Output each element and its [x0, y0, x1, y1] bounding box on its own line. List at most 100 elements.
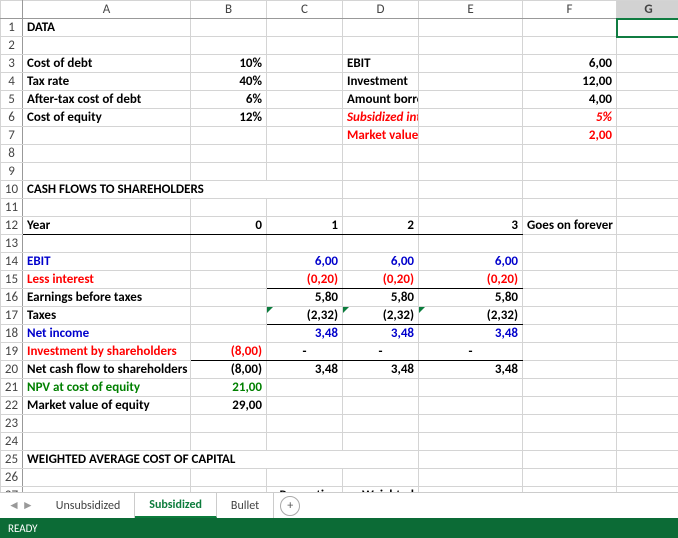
cell-C19[interactable]: -: [267, 343, 343, 361]
cell-E5[interactable]: [419, 91, 523, 109]
col-header-D[interactable]: D: [343, 1, 419, 19]
cell-E7[interactable]: [419, 127, 523, 145]
cell-B1[interactable]: [191, 19, 267, 37]
sheet-tab-unsubsidized[interactable]: Unsubsidized: [42, 493, 136, 518]
cell-D4[interactable]: Investment: [343, 73, 419, 91]
cell-A12[interactable]: Year: [23, 217, 191, 235]
cell-C17[interactable]: (2,32): [267, 307, 343, 325]
col-header-C[interactable]: C: [267, 1, 343, 19]
cell-B12[interactable]: 0: [191, 217, 267, 235]
row-header-10[interactable]: 10: [1, 181, 23, 199]
row-header-2[interactable]: 2: [1, 37, 23, 55]
cell-A15[interactable]: Less interest: [23, 271, 191, 289]
row-header-15[interactable]: 15: [1, 271, 23, 289]
cell-A2[interactable]: [23, 37, 191, 55]
cell-D1[interactable]: [343, 19, 419, 37]
cell-C12[interactable]: 1: [267, 217, 343, 235]
cell-D12[interactable]: 2: [343, 217, 419, 235]
cell-A10[interactable]: CASH FLOWS TO SHAREHOLDERS: [23, 181, 343, 199]
row-header-1[interactable]: 1: [1, 19, 23, 37]
cell-D7[interactable]: Market value of debt: [343, 127, 419, 145]
cell-B19[interactable]: (8,00): [191, 343, 267, 361]
row-header-6[interactable]: 6: [1, 109, 23, 127]
cell-C6[interactable]: [267, 109, 343, 127]
cell-G5[interactable]: [617, 91, 678, 109]
cell-B20[interactable]: (8,00): [191, 361, 267, 379]
cell-B4[interactable]: 40%: [191, 73, 267, 91]
cell-A14[interactable]: EBIT: [23, 253, 191, 271]
col-header-B[interactable]: B: [191, 1, 267, 19]
sheet-tab-bullet[interactable]: Bullet: [217, 493, 274, 518]
row-header-4[interactable]: 4: [1, 73, 23, 91]
cell-D15[interactable]: (0,20): [343, 271, 419, 289]
cell-C14[interactable]: 6,00: [267, 253, 343, 271]
row-header-11[interactable]: 11: [1, 199, 23, 217]
cell-G6[interactable]: [617, 109, 678, 127]
row-header-13[interactable]: 13: [1, 235, 23, 253]
cell-D19[interactable]: -: [343, 343, 419, 361]
cell-F7[interactable]: 2,00: [523, 127, 617, 145]
cell-G2[interactable]: [617, 37, 678, 55]
sheet-tab-subsidized[interactable]: Subsidized: [135, 493, 217, 518]
cell-A6[interactable]: Cost of equity: [23, 109, 191, 127]
cell-A17[interactable]: Taxes: [23, 307, 191, 325]
col-header-A[interactable]: A: [23, 1, 191, 19]
cell-A3[interactable]: Cost of debt: [23, 55, 191, 73]
cell-B22[interactable]: 29,00: [191, 397, 267, 415]
cell-C20[interactable]: 3,48: [267, 361, 343, 379]
cell-E6[interactable]: [419, 109, 523, 127]
row-header-3[interactable]: 3: [1, 55, 23, 73]
cell-A22[interactable]: Market value of equity: [23, 397, 191, 415]
cell-C15[interactable]: (0,20): [267, 271, 343, 289]
cell-F4[interactable]: 12,00: [523, 73, 617, 91]
row-header-19[interactable]: 19: [1, 343, 23, 361]
select-all-corner[interactable]: [1, 1, 23, 19]
cell-D20[interactable]: 3,48: [343, 361, 419, 379]
tab-nav-next-icon[interactable]: ►: [22, 498, 34, 513]
row-header-7[interactable]: 7: [1, 127, 23, 145]
col-header-F[interactable]: F: [523, 1, 617, 19]
cell-G4[interactable]: [617, 73, 678, 91]
cell-A19[interactable]: Investment by shareholders: [23, 343, 191, 361]
cell-A20[interactable]: Net cash flow to shareholders: [23, 361, 191, 379]
cell-C2[interactable]: [267, 37, 343, 55]
cell-F1[interactable]: [523, 19, 617, 37]
cell-F3[interactable]: 6,00: [523, 55, 617, 73]
row-header-14[interactable]: 14: [1, 253, 23, 271]
cell-E20[interactable]: 3,48: [419, 361, 523, 379]
cell-A4[interactable]: Tax rate: [23, 73, 191, 91]
cell-E14[interactable]: 6,00: [419, 253, 523, 271]
cell-F2[interactable]: [523, 37, 617, 55]
row-header-12[interactable]: 12: [1, 217, 23, 235]
cell-D16[interactable]: 5,80: [343, 289, 419, 307]
cell-D6[interactable]: Subsidized interest rate: [343, 109, 419, 127]
cell-E4[interactable]: [419, 73, 523, 91]
row-header-17[interactable]: 17: [1, 307, 23, 325]
cell-C3[interactable]: [267, 55, 343, 73]
cell-E18[interactable]: 3,48: [419, 325, 523, 343]
cell-A5[interactable]: After-tax cost of debt: [23, 91, 191, 109]
col-header-E[interactable]: E: [419, 1, 523, 19]
row-header-20[interactable]: 20: [1, 361, 23, 379]
cell-C5[interactable]: [267, 91, 343, 109]
cell-C18[interactable]: 3,48: [267, 325, 343, 343]
cell-G3[interactable]: [617, 55, 678, 73]
cell-E15[interactable]: (0,20): [419, 271, 523, 289]
cell-A21[interactable]: NPV at cost of equity: [23, 379, 191, 397]
cell-C7[interactable]: [267, 127, 343, 145]
row-header-23[interactable]: 23: [1, 415, 23, 433]
cell-C1[interactable]: [267, 19, 343, 37]
row-header-26[interactable]: 26: [1, 469, 23, 487]
cell-E17[interactable]: (2,32): [419, 307, 523, 325]
cell-D14[interactable]: 6,00: [343, 253, 419, 271]
row-header-8[interactable]: 8: [1, 145, 23, 163]
cell-C4[interactable]: [267, 73, 343, 91]
row-header-22[interactable]: 22: [1, 397, 23, 415]
cell-C16[interactable]: 5,80: [267, 289, 343, 307]
cell-B21[interactable]: 21,00: [191, 379, 267, 397]
spreadsheet-grid[interactable]: A B C D E F G 1 DATA 2 3 Cost of debt 10…: [0, 0, 678, 492]
cell-E16[interactable]: 5,80: [419, 289, 523, 307]
cell-D2[interactable]: [343, 37, 419, 55]
cell-G1-selected[interactable]: [617, 19, 678, 37]
row-header-21[interactable]: 21: [1, 379, 23, 397]
